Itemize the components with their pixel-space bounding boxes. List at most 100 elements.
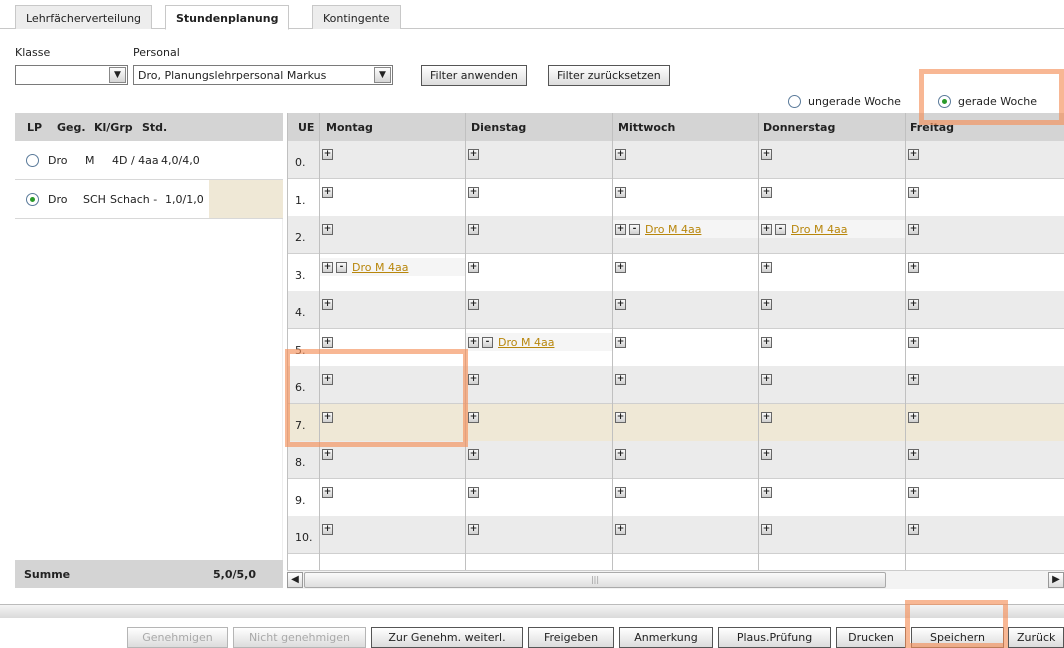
filter-reset-button[interactable]: Filter zurücksetzen bbox=[548, 65, 670, 86]
add-lesson-button[interactable]: + bbox=[615, 299, 626, 310]
personal-select[interactable]: Dro, Planungslehrpersonal Markus ▼ bbox=[133, 65, 393, 85]
add-lesson-button[interactable]: + bbox=[908, 374, 919, 385]
lp-sum-row: Summe 5,0/5,0 bbox=[15, 560, 283, 588]
add-lesson-button[interactable]: + bbox=[322, 261, 333, 273]
add-lesson-button[interactable]: + bbox=[615, 186, 626, 198]
add-lesson-button[interactable]: + bbox=[468, 336, 479, 348]
action-button-speichern[interactable]: Speichern bbox=[911, 627, 1004, 648]
add-lesson-button[interactable]: + bbox=[761, 524, 772, 535]
add-lesson-button[interactable]: + bbox=[908, 186, 919, 198]
add-lesson-button[interactable]: + bbox=[468, 186, 479, 198]
schedule-row: 1. + + + + + bbox=[288, 178, 1064, 217]
add-lesson-button[interactable]: + bbox=[615, 224, 626, 235]
add-lesson-button[interactable]: + bbox=[615, 374, 626, 385]
tab-stundenplanung[interactable]: Stundenplanung bbox=[165, 5, 290, 30]
add-lesson-button[interactable]: + bbox=[908, 299, 919, 310]
scroll-thumb[interactable]: ||| bbox=[304, 572, 886, 588]
add-lesson-button[interactable]: + bbox=[615, 336, 626, 348]
lp-row-radio[interactable] bbox=[26, 154, 39, 167]
add-lesson-button[interactable]: + bbox=[908, 261, 919, 273]
personal-value: Dro, Planungslehrpersonal Markus bbox=[138, 69, 327, 82]
lesson-link[interactable]: Dro M 4aa bbox=[645, 223, 701, 236]
add-lesson-button[interactable]: + bbox=[761, 411, 772, 423]
lp-row[interactable]: Dro SCH Schach - 1,0/1,0 bbox=[15, 180, 283, 219]
add-lesson-button[interactable]: + bbox=[908, 224, 919, 235]
lesson-link[interactable]: Dro M 4aa bbox=[498, 336, 554, 349]
schedule-row: 2. + + + - Dro M 4aa + - Dro M 4aa + bbox=[288, 216, 1064, 254]
filter-apply-button[interactable]: Filter anwenden bbox=[421, 65, 527, 86]
lp-row[interactable]: Dro M 4D / 4aa 4,0/4,0 bbox=[15, 141, 283, 180]
add-lesson-button[interactable]: + bbox=[761, 186, 772, 198]
add-lesson-button[interactable]: + bbox=[908, 336, 919, 348]
personal-label: Personal bbox=[133, 46, 180, 59]
schedule-grid: UE Montag Dienstag Mittwoch Donnerstag F… bbox=[287, 113, 1064, 588]
sum-label: Summe bbox=[24, 568, 71, 581]
add-lesson-button[interactable]: + bbox=[468, 486, 479, 498]
add-lesson-button[interactable]: + bbox=[322, 486, 333, 498]
col-klgrp: Kl/Grp bbox=[94, 121, 133, 134]
add-lesson-button[interactable]: + bbox=[761, 261, 772, 273]
add-lesson-button[interactable]: + bbox=[468, 261, 479, 273]
add-lesson-button[interactable]: + bbox=[322, 299, 333, 310]
add-lesson-button[interactable]: + bbox=[468, 449, 479, 460]
add-lesson-button[interactable]: + bbox=[615, 411, 626, 423]
remove-lesson-button[interactable]: - bbox=[336, 261, 347, 273]
tab-lehrfaecherverteilung[interactable]: Lehrfächerverteilung bbox=[15, 5, 153, 29]
action-button-zurück[interactable]: Zurück bbox=[1008, 627, 1064, 648]
add-lesson-button[interactable]: + bbox=[761, 149, 772, 160]
col-lp: LP bbox=[27, 121, 43, 134]
action-button-freigeben[interactable]: Freigeben bbox=[528, 627, 614, 648]
add-lesson-button[interactable]: + bbox=[322, 374, 333, 385]
add-lesson-button[interactable]: + bbox=[322, 224, 333, 235]
add-lesson-button[interactable]: + bbox=[468, 299, 479, 310]
add-lesson-button[interactable]: + bbox=[761, 486, 772, 498]
remove-lesson-button[interactable]: - bbox=[775, 224, 786, 235]
add-lesson-button[interactable]: + bbox=[468, 224, 479, 235]
add-lesson-button[interactable]: + bbox=[322, 186, 333, 198]
lesson-link[interactable]: Dro M 4aa bbox=[791, 223, 847, 236]
add-lesson-button[interactable]: + bbox=[761, 374, 772, 385]
lesson-link[interactable]: Dro M 4aa bbox=[352, 261, 408, 274]
add-lesson-button[interactable]: + bbox=[322, 524, 333, 535]
add-lesson-button[interactable]: + bbox=[615, 524, 626, 535]
chevron-down-icon[interactable]: ▼ bbox=[374, 67, 391, 83]
arrow-right-icon[interactable]: ▶ bbox=[1048, 572, 1064, 588]
add-lesson-button[interactable]: + bbox=[322, 411, 333, 423]
add-lesson-button[interactable]: + bbox=[322, 149, 333, 160]
action-button-anmerkung[interactable]: Anmerkung bbox=[619, 627, 713, 648]
remove-lesson-button[interactable]: - bbox=[629, 224, 640, 235]
add-lesson-button[interactable]: + bbox=[615, 149, 626, 160]
klasse-select[interactable]: ▼ bbox=[15, 65, 128, 85]
remove-lesson-button[interactable]: - bbox=[482, 336, 493, 348]
add-lesson-button[interactable]: + bbox=[615, 261, 626, 273]
add-lesson-button[interactable]: + bbox=[615, 449, 626, 460]
action-button-drucken[interactable]: Drucken bbox=[836, 627, 906, 648]
radio-ungerade-woche[interactable] bbox=[788, 95, 801, 108]
schedule-header: UE Montag Dienstag Mittwoch Donnerstag F… bbox=[288, 113, 1064, 141]
add-lesson-button[interactable]: + bbox=[908, 449, 919, 460]
add-lesson-button[interactable]: + bbox=[908, 524, 919, 535]
tab-kontingente[interactable]: Kontingente bbox=[312, 5, 401, 29]
add-lesson-button[interactable]: + bbox=[761, 449, 772, 460]
arrow-left-icon[interactable]: ◀ bbox=[287, 572, 303, 588]
add-lesson-button[interactable]: + bbox=[908, 486, 919, 498]
add-lesson-button[interactable]: + bbox=[468, 411, 479, 423]
add-lesson-button[interactable]: + bbox=[468, 524, 479, 535]
add-lesson-button[interactable]: + bbox=[761, 336, 772, 348]
add-lesson-button[interactable]: + bbox=[322, 336, 333, 348]
add-lesson-button[interactable]: + bbox=[468, 149, 479, 160]
add-lesson-button[interactable]: + bbox=[322, 449, 333, 460]
add-lesson-button[interactable]: + bbox=[908, 149, 919, 160]
add-lesson-button[interactable]: + bbox=[761, 224, 772, 235]
add-lesson-button[interactable]: + bbox=[468, 374, 479, 385]
add-lesson-button[interactable]: + bbox=[761, 299, 772, 310]
add-lesson-button[interactable]: + bbox=[908, 411, 919, 423]
horizontal-scrollbar[interactable]: ◀ ||| ▶ bbox=[287, 570, 1064, 589]
col-freitag: Freitag bbox=[910, 121, 955, 134]
action-button-zur-genehm-weiterl-[interactable]: Zur Genehm. weiterl. bbox=[371, 627, 523, 648]
lp-row-radio[interactable] bbox=[26, 193, 39, 206]
chevron-down-icon[interactable]: ▼ bbox=[109, 67, 126, 83]
add-lesson-button[interactable]: + bbox=[615, 486, 626, 498]
action-button-plaus-prüfung[interactable]: Plaus.Prüfung bbox=[718, 627, 831, 648]
radio-gerade-woche[interactable] bbox=[938, 95, 951, 108]
